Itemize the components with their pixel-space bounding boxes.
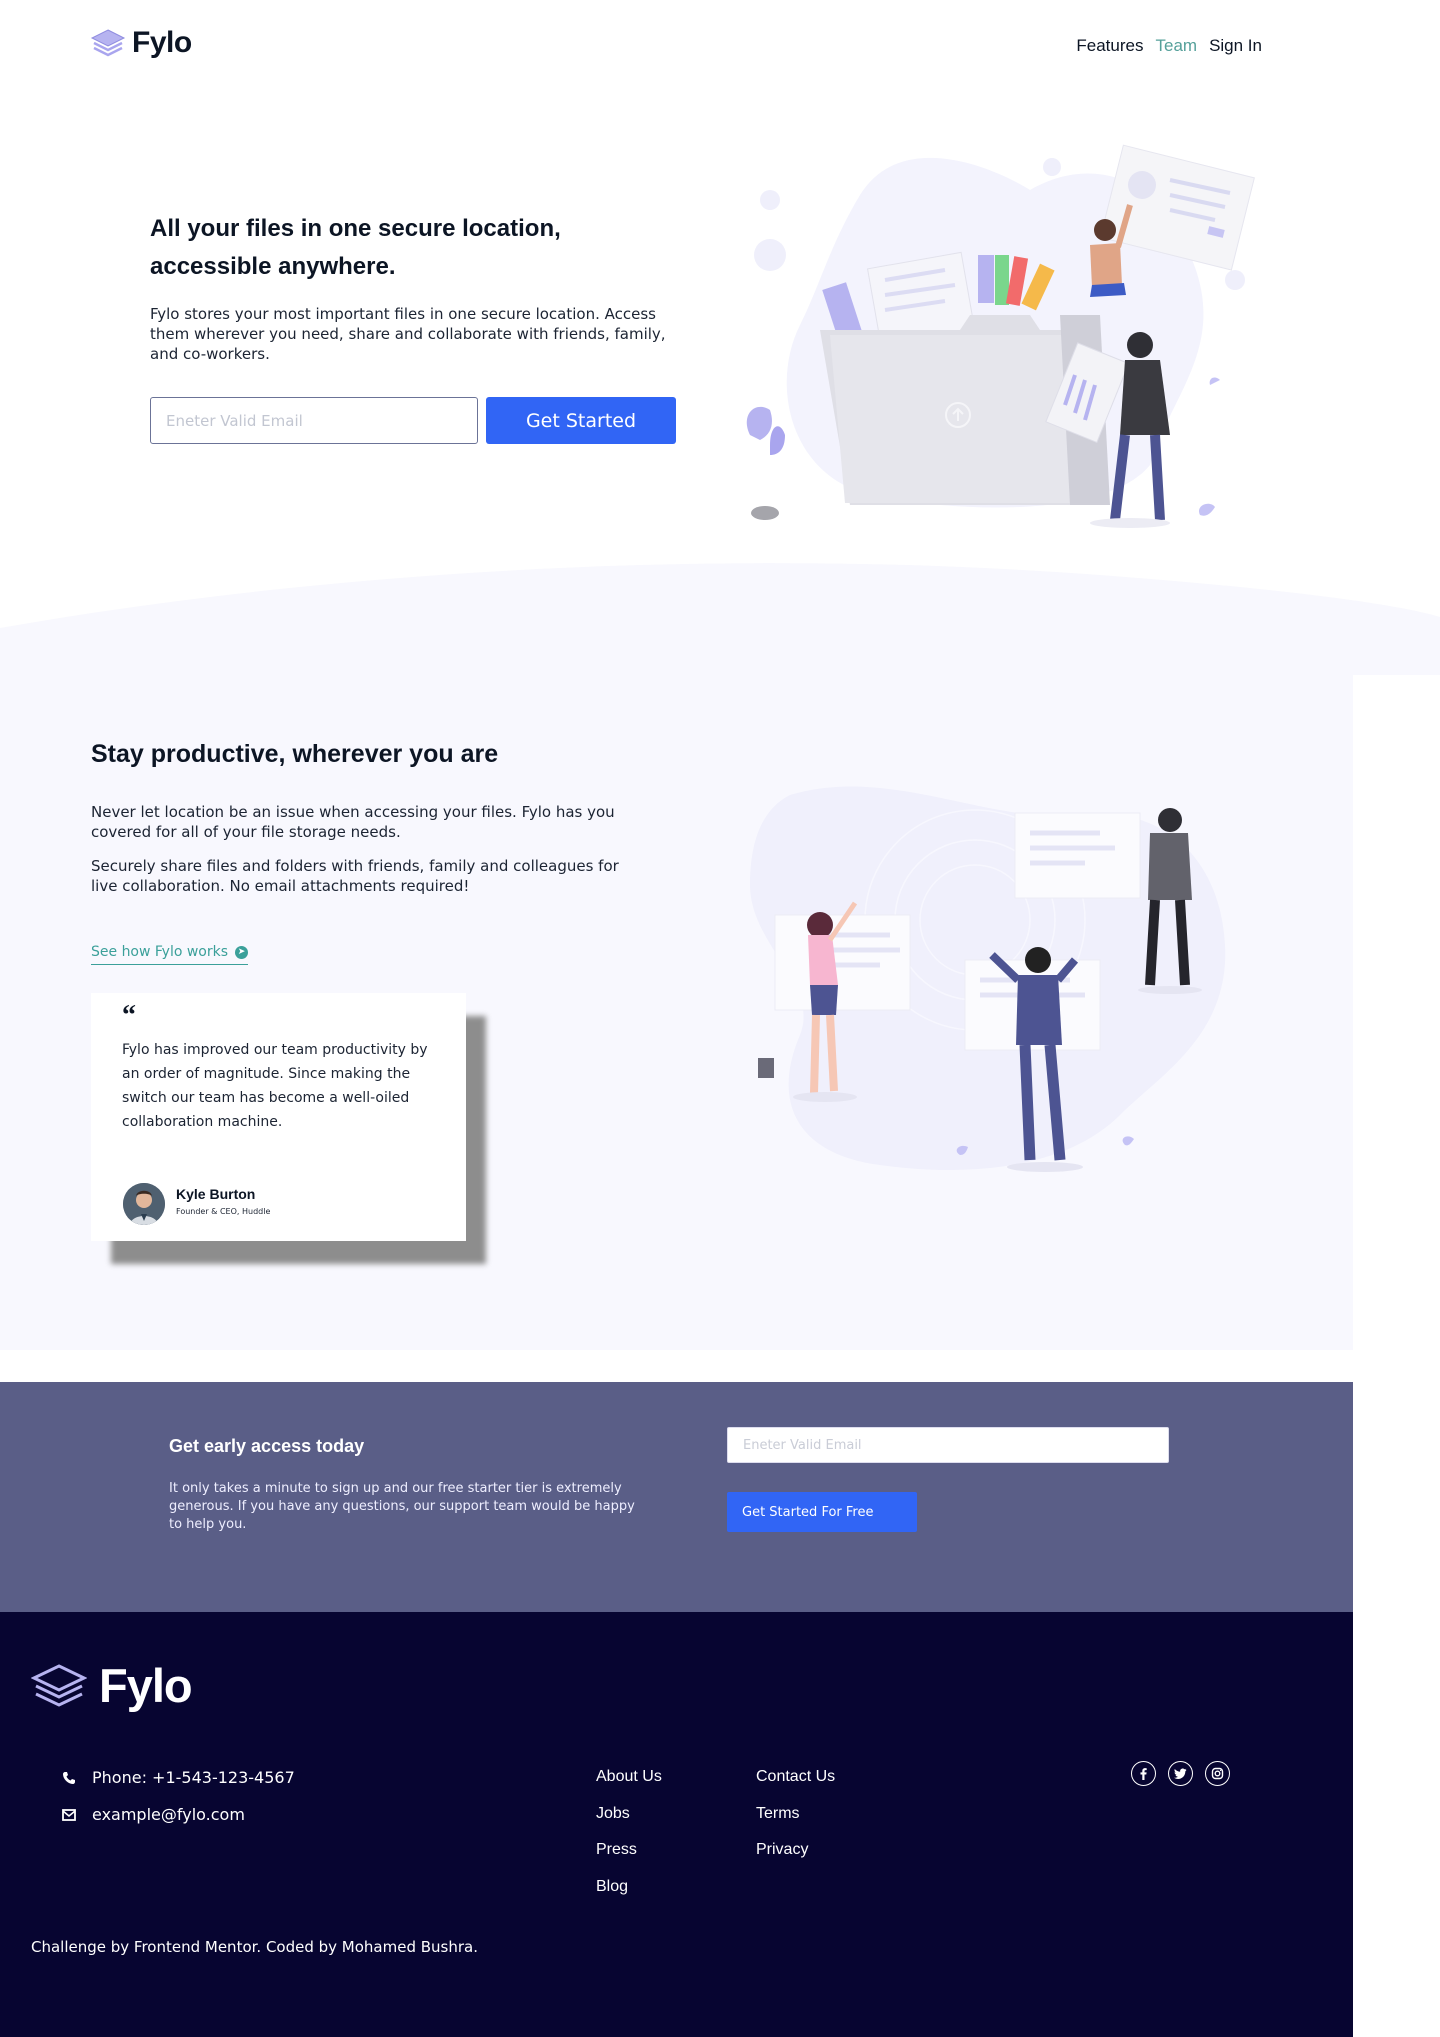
hero-illustration — [746, 144, 1255, 528]
phone-icon — [63, 1771, 75, 1784]
section-wave — [0, 563, 1440, 675]
testimonial-text: Fylo has improved our team productivity … — [122, 1042, 428, 1130]
productive-title: Stay productive, wherever you are — [91, 740, 499, 768]
nav-team[interactable]: Team — [1155, 36, 1197, 56]
layers-logo-icon — [90, 29, 126, 57]
nav-sign-in[interactable]: Sign In — [1209, 36, 1262, 56]
early-access-description: It only takes a minute to sign up and ou… — [169, 1481, 635, 1532]
footer-logo-text: Fylo — [99, 1659, 193, 1712]
fylo-logo[interactable]: Fylo — [90, 26, 192, 60]
testimonial-card: “ Fylo has improved our team productivit… — [91, 993, 466, 1241]
footer-email: example@fylo.com — [62, 1805, 245, 1824]
hero-text: All your files in one secure location, a… — [150, 210, 680, 364]
attribution-text: Challenge by Frontend Mentor. Coded by M… — [31, 1938, 479, 1956]
nav-features[interactable]: Features — [1076, 36, 1143, 56]
mail-icon — [62, 1808, 76, 1821]
avatar-portrait-icon — [123, 1183, 165, 1225]
site-header: Fylo Features Team Sign In — [0, 0, 1440, 92]
instagram-link[interactable] — [1205, 1761, 1230, 1786]
main-nav: Features Team Sign In — [1076, 36, 1262, 56]
footer-link-press[interactable]: Press — [596, 1841, 637, 1859]
footer-link-contact-us[interactable]: Contact Us — [756, 1768, 835, 1786]
instagram-icon — [1211, 1767, 1224, 1780]
twitter-icon — [1174, 1768, 1187, 1779]
testimonial-name: Kyle Burton — [176, 1186, 256, 1202]
get-started-button[interactable]: Get Started — [486, 397, 676, 444]
hero-description: Fylo stores your most important files in… — [150, 305, 666, 363]
productive-paragraph-2: Securely share files and folders with fr… — [91, 857, 619, 895]
footer-link-jobs[interactable]: Jobs — [596, 1805, 630, 1823]
footer-link-about-us[interactable]: About Us — [596, 1768, 662, 1786]
testimonial-role: Founder & CEO, Huddle — [176, 1207, 271, 1216]
twitter-link[interactable] — [1168, 1761, 1193, 1786]
logo-text: Fylo — [132, 26, 192, 59]
footer-phone: Phone: +1-543-123-4567 — [62, 1768, 295, 1787]
phone-text: Phone: +1-543-123-4567 — [92, 1768, 295, 1787]
productive-paragraph-1: Never let location be an issue when acce… — [91, 803, 615, 841]
avatar — [123, 1183, 165, 1225]
footer-logo[interactable]: Fylo — [31, 1658, 193, 1713]
hero-email-input[interactable] — [150, 397, 478, 444]
hero-title: All your files in one secure location, a… — [150, 215, 561, 280]
email-text[interactable]: example@fylo.com — [92, 1805, 245, 1824]
see-how-link-label: See how Fylo works — [91, 944, 229, 960]
layers-logo-icon — [31, 1663, 87, 1707]
site-footer — [0, 1612, 1353, 2037]
footer-link-privacy[interactable]: Privacy — [756, 1841, 808, 1859]
facebook-link[interactable] — [1131, 1761, 1156, 1786]
footer-link-terms[interactable]: Terms — [756, 1805, 800, 1823]
arrow-circle-icon: ➤ — [235, 945, 249, 959]
see-how-fylo-works-link[interactable]: See how Fylo works ➤ — [91, 944, 249, 965]
facebook-icon — [1140, 1768, 1147, 1780]
get-started-free-button[interactable]: Get Started For Free — [727, 1492, 917, 1532]
hero-signup-form: Get Started — [150, 397, 676, 444]
quote-icon: “ — [122, 1000, 136, 1031]
early-access-title: Get early access today — [169, 1436, 365, 1456]
footer-link-blog[interactable]: Blog — [596, 1878, 628, 1896]
productive-illustration — [750, 786, 1226, 1172]
early-access-email-input[interactable] — [727, 1427, 1169, 1463]
